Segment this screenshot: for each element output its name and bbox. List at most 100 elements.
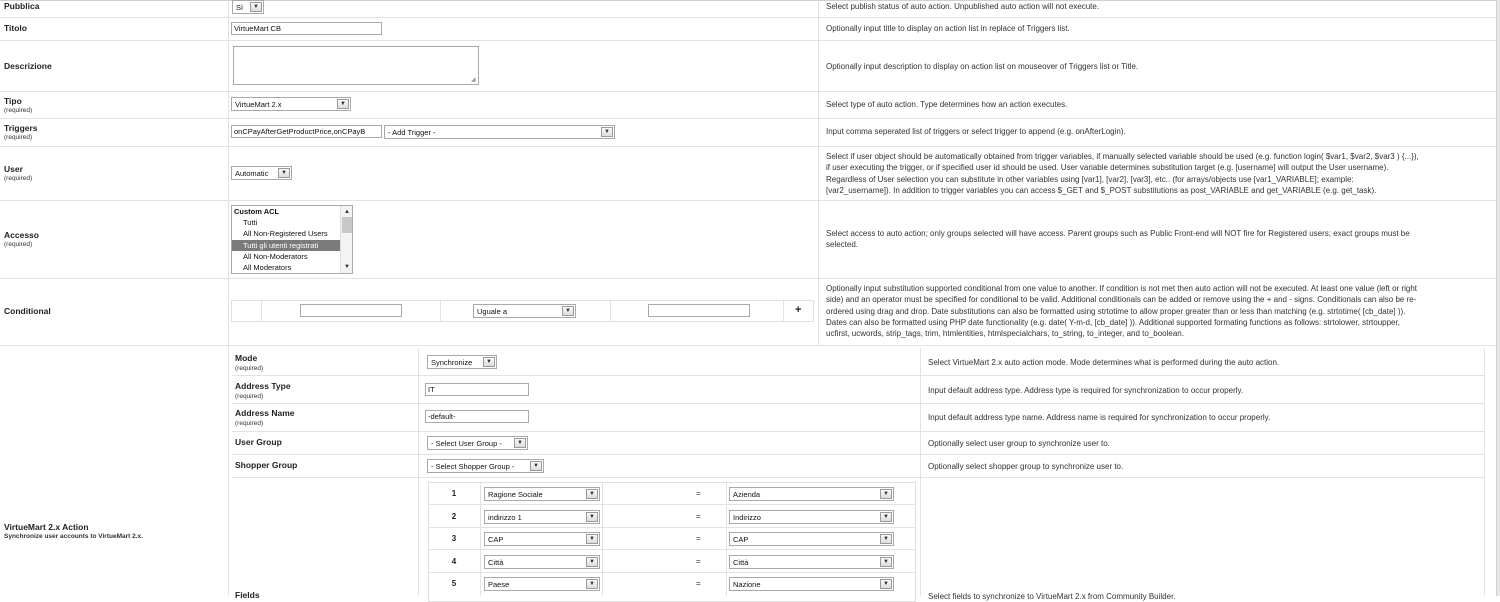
- add-trigger-value: - Add Trigger -: [388, 128, 436, 137]
- field-vm-select[interactable]: Indirizzo ▼: [729, 510, 894, 524]
- conditional-description: Optionally input substitution supported …: [826, 283, 1417, 339]
- row-divider: [0, 91, 1496, 92]
- listbox-option[interactable]: All Moderators: [232, 262, 352, 273]
- nested-table-border: [1484, 348, 1485, 596]
- row-divider: [0, 200, 1496, 201]
- field-vm-value: Nazione: [733, 580, 761, 589]
- row-divider: [0, 278, 1496, 279]
- conditional-label: Conditional: [4, 306, 51, 316]
- resize-grip-icon[interactable]: ◢: [471, 77, 477, 83]
- user-description-line: [var2_username]). In addition to trigger…: [826, 185, 1377, 195]
- tipo-description: Select type of auto action. Type determi…: [826, 100, 1068, 109]
- chevron-down-icon: ▼: [586, 557, 598, 567]
- mode-value: Synchronize: [431, 358, 473, 367]
- add-conditional-button[interactable]: +: [795, 304, 801, 316]
- row-divider: [0, 17, 1496, 18]
- page-scrollbar[interactable]: [1496, 0, 1500, 596]
- triggers-required: (required): [4, 134, 33, 141]
- tipo-select[interactable]: VirtueMart 2.x ▼: [231, 97, 351, 111]
- add-trigger-select[interactable]: - Add Trigger - ▼: [384, 125, 615, 139]
- address-type-description: Input default address type. Address type…: [928, 386, 1244, 395]
- accesso-label: Accesso: [4, 230, 39, 240]
- field-vm-select[interactable]: Azienda ▼: [729, 487, 894, 501]
- address-type-input[interactable]: IT: [425, 383, 529, 396]
- column-divider: [228, 345, 229, 596]
- shopper-group-value: - Select Shopper Group -: [431, 462, 515, 471]
- conditional-left-input[interactable]: [300, 304, 402, 317]
- field-row-number: 3: [451, 534, 457, 543]
- descrizione-textarea[interactable]: ◢: [233, 46, 479, 85]
- field-cb-value: CAP: [488, 535, 504, 544]
- listbox-scrollbar[interactable]: ▲ ▼: [340, 206, 352, 273]
- user-group-value: - Select User Group -: [431, 439, 502, 448]
- listbox-option[interactable]: All Non-Moderators: [232, 251, 352, 262]
- conditional-description-line: ucfirst, ucwords, strip_tags, trim, html…: [826, 329, 1184, 339]
- conditional-operator-select[interactable]: Uguale a ▼: [473, 304, 576, 318]
- chevron-down-icon: ▼: [586, 512, 598, 522]
- scroll-thumb[interactable]: [342, 217, 352, 233]
- row-divider: [0, 146, 1496, 147]
- titolo-description: Optionally input title to display on act…: [826, 24, 1070, 33]
- chevron-down-icon: ▼: [278, 168, 290, 178]
- chevron-down-icon: ▼: [586, 579, 598, 589]
- address-name-label: Address Name: [235, 408, 295, 418]
- conditional-right-input[interactable]: [648, 304, 750, 317]
- pubblica-description: Select publish status of auto action. Un…: [826, 2, 1100, 11]
- scroll-down-icon[interactable]: ▼: [342, 262, 352, 272]
- field-cb-value: Città: [488, 558, 504, 567]
- address-name-input[interactable]: -default-: [425, 410, 529, 423]
- tipo-label: Tipo: [4, 96, 22, 106]
- nested-column-divider: [418, 348, 419, 596]
- field-cb-select[interactable]: Ragione Sociale ▼: [484, 487, 600, 501]
- accesso-listbox[interactable]: Custom ACL Tutti All Non-Registered User…: [231, 205, 353, 274]
- listbox-option[interactable]: All Non-Registered Users: [232, 228, 352, 239]
- user-select[interactable]: Automatic ▼: [231, 166, 292, 180]
- conditional-description-line: Optionally input substitution supported …: [826, 284, 1418, 293]
- row-divider: [0, 40, 1496, 41]
- accesso-description-line: selected.: [826, 240, 859, 250]
- field-vm-select[interactable]: Nazione ▼: [729, 577, 894, 591]
- chevron-down-icon: ▼: [483, 357, 495, 367]
- field-cb-select[interactable]: Città ▼: [484, 555, 600, 569]
- conditional-description-line: side) and an operator must be specified …: [826, 295, 1417, 305]
- nested-column-divider: [920, 348, 921, 596]
- address-type-label: Address Type: [235, 381, 291, 391]
- equals-sign: =: [696, 579, 701, 588]
- shopper-group-select[interactable]: - Select Shopper Group - ▼: [427, 459, 544, 473]
- field-cb-select[interactable]: Paese ▼: [484, 577, 600, 591]
- field-vm-select[interactable]: Città ▼: [729, 555, 894, 569]
- field-cb-select[interactable]: indirizzo 1 ▼: [484, 510, 600, 524]
- mode-select[interactable]: Synchronize ▼: [427, 355, 497, 369]
- descrizione-label: Descrizione: [4, 61, 52, 71]
- chevron-down-icon: ▼: [880, 489, 892, 499]
- triggers-input[interactable]: onCPayAfterGetProductPrice,onCPayB: [231, 125, 382, 138]
- pubblica-select[interactable]: Sì ▼: [232, 0, 264, 14]
- field-cb-value: Paese: [488, 580, 510, 589]
- field-vm-select[interactable]: CAP ▼: [729, 532, 894, 546]
- triggers-description: Input comma seperated list of triggers o…: [826, 127, 1126, 136]
- mode-description: Select VirtueMart 2.x auto action mode. …: [928, 358, 1280, 367]
- fields-row-divider: [428, 549, 916, 550]
- equals-sign: =: [696, 557, 701, 566]
- chevron-down-icon: ▼: [880, 534, 892, 544]
- user-group-select[interactable]: - Select User Group - ▼: [427, 436, 528, 450]
- chevron-down-icon: ▼: [562, 306, 574, 316]
- user-description-line: if user executing the trigger, or if spe…: [826, 163, 1389, 173]
- shopper-group-description: Optionally select shopper group to synch…: [928, 462, 1124, 471]
- pubblica-label: Pubblica: [4, 1, 40, 11]
- nested-row-divider: [232, 403, 1484, 404]
- scroll-up-icon[interactable]: ▲: [342, 207, 352, 217]
- chevron-down-icon: ▼: [880, 579, 892, 589]
- pubblica-value: Sì: [236, 3, 244, 12]
- titolo-input[interactable]: VirtueMart CB: [231, 22, 382, 35]
- user-description: Select if user object should be automati…: [826, 151, 1419, 196]
- listbox-option[interactable]: Tutti: [232, 217, 352, 228]
- conditional-description-line: Dates can also be formatted using PHP da…: [826, 317, 1400, 327]
- mode-label: Mode: [235, 353, 258, 363]
- field-cb-select[interactable]: CAP ▼: [484, 532, 600, 546]
- field-vm-value: CAP: [733, 535, 749, 544]
- listbox-option-selected[interactable]: Tutti gli utenti registrati: [232, 239, 352, 251]
- field-row-number: 4: [451, 557, 457, 566]
- tipo-required: (required): [4, 107, 33, 114]
- user-description-line: Select if user object should be automati…: [826, 152, 1419, 161]
